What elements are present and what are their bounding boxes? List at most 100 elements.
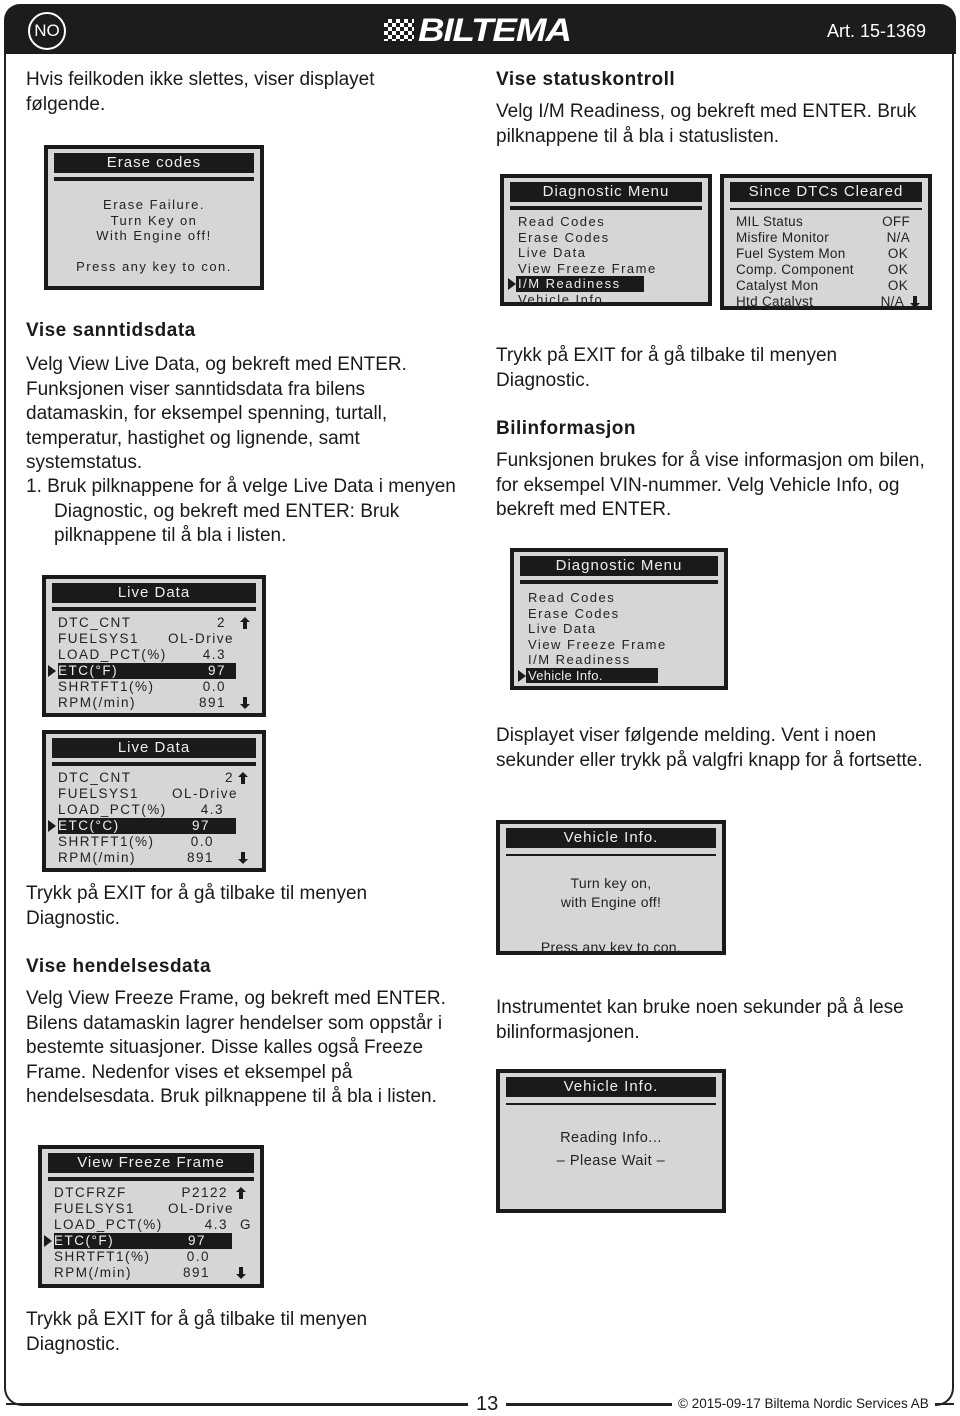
diagnostic-menu: Read Codes Erase Codes Live Data View Fr… bbox=[518, 590, 714, 683]
data-row-selected[interactable]: ETC(°F) 97 bbox=[48, 663, 254, 679]
live-data-rows: DTC_CNT 2 FUELSYS1 OL-Drive LOAD_PCT(%) 4.3… bbox=[48, 615, 254, 711]
diagnostic-menu: Read Codes Erase Codes Live Data View Fr… bbox=[508, 214, 698, 308]
screen-rule bbox=[54, 177, 254, 181]
scroll-down-icon[interactable] bbox=[238, 852, 248, 864]
selection-arrow-icon bbox=[44, 1235, 52, 1247]
live-data-step: 1. Bruk pilknappene for å velge Live Dat… bbox=[26, 476, 456, 546]
selection-arrow-icon bbox=[518, 669, 526, 682]
vehicle-info-body: Funksjonen brukes for å vise informasjon… bbox=[496, 450, 925, 520]
data-row: LOAD_PCT(%) 4.3 G bbox=[54, 1217, 252, 1232]
screen-title: Vehicle Info. bbox=[506, 1077, 716, 1097]
page-header: NO BILTEMA Art. 15-1369 bbox=[4, 4, 956, 54]
menu-item-erase-codes[interactable]: Erase Codes bbox=[518, 230, 698, 246]
screen-title: Live Data bbox=[52, 583, 256, 603]
message-line: – Please Wait – bbox=[556, 1153, 666, 1169]
screen-message: Turn key on, with Engine off! bbox=[500, 874, 722, 912]
data-row: FUELSYS1 OL-Drive bbox=[58, 631, 234, 646]
menu-item-im-readiness[interactable]: I/M Readiness bbox=[528, 652, 714, 668]
data-row: RPM(/min) 891 bbox=[58, 695, 254, 711]
exit-note: Trykk på EXIT for å gå tilbake til menye… bbox=[26, 1309, 368, 1355]
scroll-up-icon[interactable] bbox=[236, 1187, 246, 1199]
screen-prompt: Press any key to con. bbox=[540, 939, 682, 955]
status-row: Fuel System Mon OK bbox=[736, 246, 908, 261]
screen-rule bbox=[510, 206, 702, 210]
data-row: FUELSYS1 OL-Drive bbox=[54, 1201, 234, 1216]
screen-rule bbox=[506, 1103, 716, 1105]
menu-item-vehicle-info[interactable]: Vehicle Info. bbox=[518, 667, 714, 683]
readiness-rows: MIL Status OFF Misfire Monitor N/A Fuel Sy… bbox=[736, 214, 920, 310]
menu-item-erase-codes[interactable]: Erase Codes bbox=[528, 606, 714, 622]
screen-title: Since DTCs Cleared bbox=[730, 182, 922, 202]
exit-note: Trykk på EXIT for å gå tilbake til menye… bbox=[26, 883, 368, 929]
reading-note: Instrumentet kan bruke noen sekunder på … bbox=[496, 997, 904, 1043]
vehicle-info-heading: Bilinformasjon bbox=[496, 418, 637, 439]
message-line: with Engine off! bbox=[560, 894, 662, 910]
page-number: 13 bbox=[468, 1393, 507, 1416]
screen-rule bbox=[506, 854, 716, 856]
screen-rule bbox=[730, 208, 922, 210]
screen-message: Erase Failure. Turn Key on With Engine o… bbox=[48, 197, 260, 244]
data-row: SHRTFT1(%) 0.0 bbox=[58, 679, 226, 694]
freeze-frame-heading: Vise hendelsesdata bbox=[26, 956, 212, 977]
message-line: Erase Failure. bbox=[103, 197, 205, 212]
vehicle-info-reading-screen: Vehicle Info. Reading Info... – Please W… bbox=[496, 1069, 726, 1213]
checker-flag-icon bbox=[384, 19, 414, 41]
menu-item-view-freeze-frame[interactable]: View Freeze Frame bbox=[528, 637, 714, 653]
live-data-screen-celsius: Live Data DTC_CNT 2 FUELSYS1 OL-Drive LOAD… bbox=[42, 730, 266, 872]
message-line: With Engine off! bbox=[96, 228, 212, 243]
message-line: Reading Info... bbox=[560, 1130, 662, 1146]
menu-item-live-data[interactable]: Live Data bbox=[518, 245, 698, 261]
freeze-frame-rows: DTCFRZF P2122 FUELSYS1 OL-Drive LOAD_PCT(%… bbox=[44, 1185, 252, 1281]
menu-item-view-freeze-frame[interactable]: View Freeze Frame bbox=[518, 261, 698, 277]
diagnostic-menu-screen: Diagnostic Menu Read Codes Erase Codes L… bbox=[510, 548, 728, 690]
data-row: DTCFRZF P2122 bbox=[54, 1185, 252, 1201]
status-check-heading: Vise statuskontroll bbox=[496, 69, 676, 90]
intro-text: Hvis feilkoden ikke slettes, viser displ… bbox=[26, 69, 375, 115]
screen-title: Diagnostic Menu bbox=[520, 556, 718, 576]
freeze-frame-body: Velg View Freeze Frame, og bekreft med E… bbox=[26, 988, 446, 1107]
live-data-body: Velg View Live Data, og bekreft med ENTE… bbox=[26, 354, 407, 473]
message-line: Turn key on, bbox=[570, 875, 652, 891]
language-badge: NO bbox=[28, 12, 66, 50]
menu-item-live-data[interactable]: Live Data bbox=[528, 621, 714, 637]
data-row: LOAD_PCT(%) 4.3 bbox=[58, 647, 226, 662]
screen-rule bbox=[52, 607, 256, 611]
menu-item-im-readiness[interactable]: I/M Readiness bbox=[508, 276, 698, 292]
exit-note: Trykk på EXIT for å gå tilbake til menye… bbox=[496, 345, 838, 391]
live-data-heading: Vise sanntidsdata bbox=[26, 320, 196, 341]
menu-item-read-codes[interactable]: Read Codes bbox=[518, 214, 698, 230]
copyright: © 2015-09-17 Biltema Nordic Services AB bbox=[672, 1396, 935, 1411]
screen-rule bbox=[48, 1177, 254, 1181]
scroll-down-icon[interactable] bbox=[910, 296, 920, 308]
screen-title: Live Data bbox=[52, 738, 256, 758]
vehicle-info-prompt-screen: Vehicle Info. Turn key on, with Engine o… bbox=[496, 820, 726, 955]
article-number: Art. 15-1369 bbox=[826, 21, 926, 41]
scroll-down-icon[interactable] bbox=[240, 697, 250, 709]
screen-message: Reading Info... – Please Wait – bbox=[500, 1127, 722, 1173]
message-line: Turn Key on bbox=[110, 212, 198, 228]
data-row: DTC_CNT 2 bbox=[58, 770, 254, 786]
scroll-down-icon[interactable] bbox=[236, 1267, 246, 1279]
screen-rule bbox=[52, 762, 256, 766]
brand-name: BILTEMA bbox=[418, 11, 572, 48]
diagnostic-menu-screen: Diagnostic Menu Read Codes Erase Codes L… bbox=[500, 174, 712, 308]
brand-logo: BILTEMA bbox=[384, 10, 572, 50]
menu-item-read-codes[interactable]: Read Codes bbox=[528, 590, 714, 606]
menu-item-vehicle-info[interactable]: Vehicle Info. bbox=[518, 292, 698, 308]
data-row: DTC_CNT 2 bbox=[58, 615, 254, 631]
status-row: MIL Status OFF bbox=[736, 214, 910, 229]
data-row-selected[interactable]: ETC(°C) 97 bbox=[48, 818, 254, 834]
selection-arrow-icon bbox=[508, 278, 516, 290]
data-row: FUELSYS1 OL-Drive bbox=[58, 786, 238, 801]
status-row: Catalyst Mon OK bbox=[736, 278, 908, 293]
data-row-selected[interactable]: ETC(°F) 97 bbox=[44, 1233, 252, 1249]
status-check-body: Velg I/M Readiness, og bekreft med ENTER… bbox=[496, 101, 917, 147]
scroll-up-icon[interactable] bbox=[238, 772, 248, 784]
screen-prompt: Press any key to con. bbox=[76, 259, 232, 274]
screen-title: Diagnostic Menu bbox=[510, 182, 702, 202]
readiness-status-screen: Since DTCs Cleared MIL Status OFF Misfire… bbox=[720, 174, 932, 310]
status-row: Htd Catalyst N/A bbox=[736, 294, 920, 310]
screen-title: Erase codes bbox=[54, 153, 254, 173]
scroll-up-icon[interactable] bbox=[240, 617, 250, 629]
data-row: SHRTFT1(%) 0.0 bbox=[54, 1249, 210, 1264]
